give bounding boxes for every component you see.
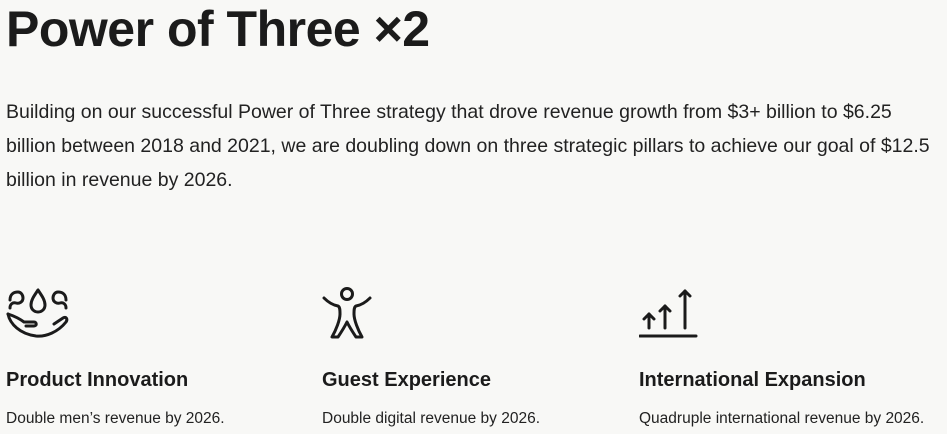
pillar-international-expansion: International Expansion Quadruple intern…	[639, 286, 947, 434]
power-of-three-section: Power of Three ×2 Building on our succes…	[0, 0, 947, 434]
pillar-description: Quadruple international revenue by 2026.	[639, 410, 925, 427]
pillar-description: Double digital revenue by 2026.	[322, 410, 541, 427]
page-title: Power of Three ×2	[6, 1, 430, 57]
pillar-guest-experience: Guest Experience Double digital revenue …	[322, 286, 622, 434]
pillar-product-innovation: Product Innovation Double men’s revenue …	[6, 286, 306, 434]
growth-arrows-icon	[639, 286, 947, 342]
pillar-heading: International Expansion	[639, 369, 866, 391]
intro-paragraph: Building on our successful Power of Thre…	[6, 101, 930, 191]
droplets-in-hand-icon	[6, 286, 306, 342]
pillar-heading: Product Innovation	[6, 369, 189, 391]
person-arms-raised-icon	[322, 286, 622, 342]
pillar-description: Double men’s revenue by 2026.	[6, 410, 225, 427]
pillar-heading: Guest Experience	[322, 369, 491, 391]
